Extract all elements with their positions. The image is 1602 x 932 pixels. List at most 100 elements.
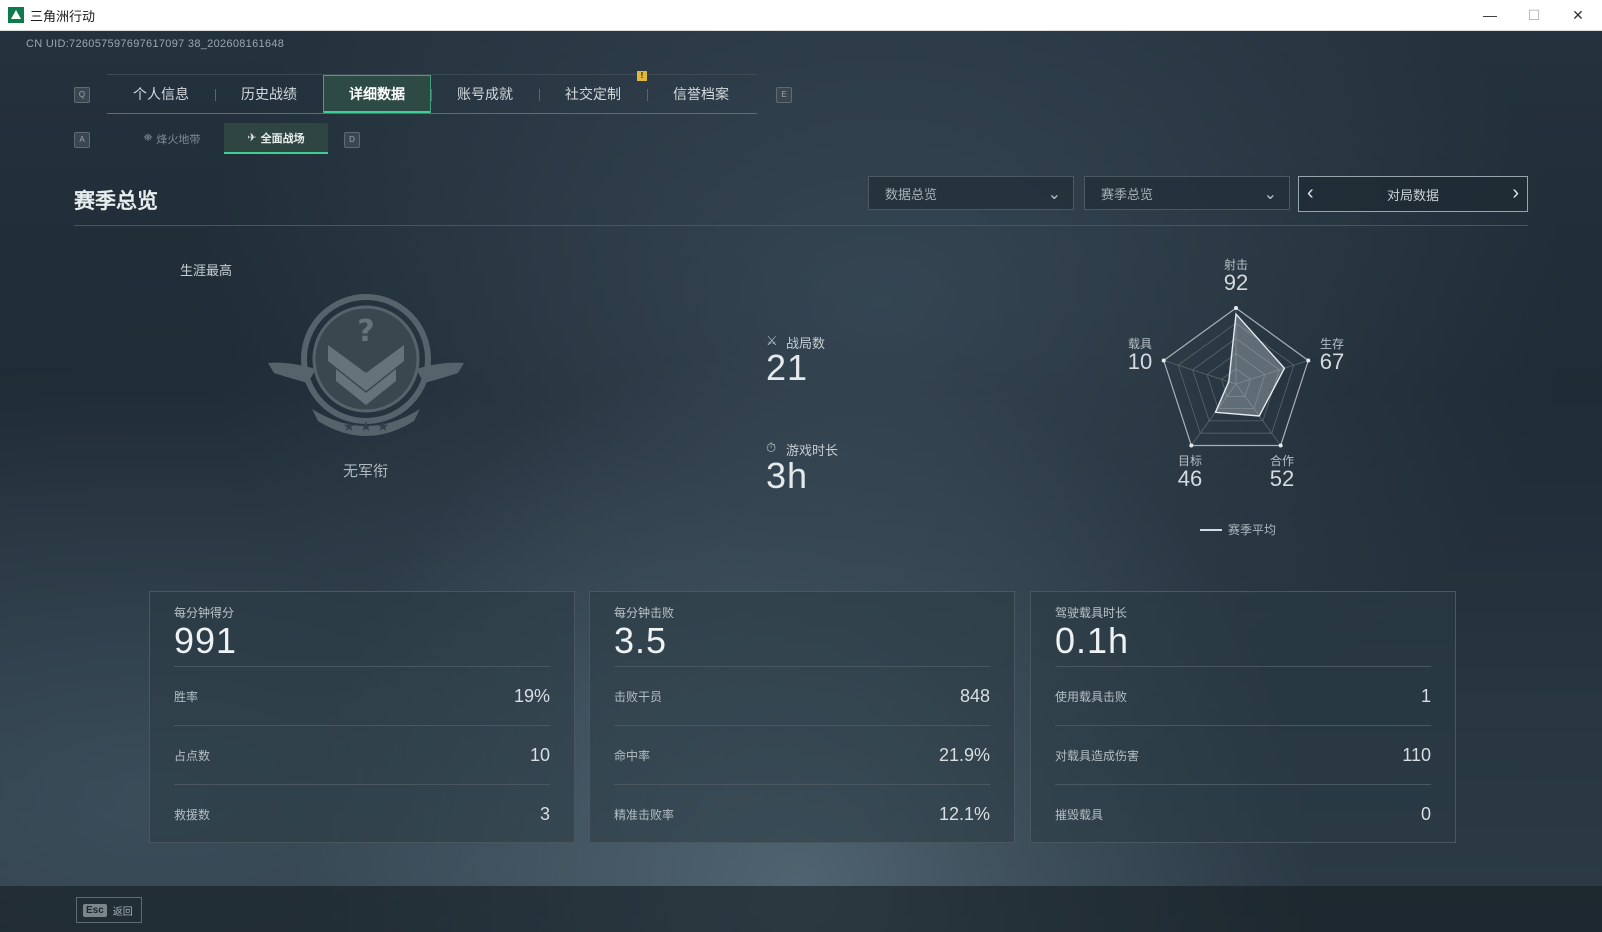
radar-chart: 射击 92 生存 67 合作 52 目标 46 载具 10: [1100, 256, 1380, 526]
subtab-warfare[interactable]: ✈ 全面战场: [224, 123, 328, 154]
card-row: 对载具造成伤害 110: [1055, 725, 1431, 784]
back-button[interactable]: Esc 返回: [76, 897, 142, 923]
beacon-icon: ⛯: [143, 132, 153, 144]
close-button[interactable]: ✕: [1556, 0, 1600, 30]
section-title: 赛季总览: [74, 190, 158, 213]
radar-value-vehicle: 10: [1127, 349, 1153, 374]
tab-social[interactable]: 社交定制: [539, 75, 647, 113]
radar-vertex-2: [1278, 443, 1283, 448]
row-value: 3: [539, 803, 550, 824]
subtab-next-key[interactable]: D: [344, 132, 360, 148]
row-value: 110: [1402, 744, 1431, 765]
radar-data-area: [1214, 312, 1286, 417]
career-best-label: 生涯最高: [180, 263, 233, 278]
chevron-left-icon[interactable]: ‹: [1307, 182, 1314, 205]
card-head-value: 3.5: [614, 620, 668, 661]
card-row: 胜率 19%: [174, 666, 550, 725]
subtab-extraction[interactable]: ⛯ 烽火地带: [120, 123, 224, 154]
card-row: 救援数 3: [174, 784, 550, 843]
card-row: 占点数 10: [174, 725, 550, 784]
minimize-button[interactable]: —: [1468, 0, 1512, 30]
radar-value-cooperation: 52: [1269, 466, 1295, 491]
radar-legend: 赛季平均: [1200, 521, 1276, 538]
row-value: 848: [959, 685, 990, 706]
score-card: 每分钟得分 991 胜率 19% 占点数 10 救援数 3: [149, 591, 575, 843]
row-label: 精准击败率: [614, 807, 675, 822]
card-row: 使用载具击败 1: [1055, 666, 1431, 725]
radar-value-objective: 46: [1177, 466, 1203, 491]
tab-reputation[interactable]: 信誉档案: [647, 75, 755, 113]
row-label: 击败干员: [614, 689, 663, 704]
row-value: 21.9%: [938, 744, 990, 765]
card-row: 精准击败率 12.1%: [614, 784, 990, 843]
stopwatch-icon: ⏱: [766, 440, 777, 455]
radar-value-survival: 67: [1319, 349, 1345, 374]
title-bar: 三角洲行动 — ☐ ✕: [0, 0, 1602, 31]
app-logo-icon: [8, 7, 24, 23]
tab-achievements[interactable]: 账号成就: [431, 75, 539, 113]
legend-label: 赛季平均: [1228, 523, 1277, 537]
card-head-value: 991: [174, 620, 238, 661]
row-label: 占点数: [174, 748, 211, 763]
card-head-value: 0.1h: [1055, 620, 1130, 661]
main-tab-bar: 个人信息 历史战绩 详细数据 账号成就 社交定制 信誉档案: [107, 74, 757, 114]
tab-next-key[interactable]: E: [776, 87, 792, 103]
row-value: 1: [1420, 685, 1431, 706]
subtab-warfare-label: 全面战场: [260, 132, 305, 145]
tab-detailed-data[interactable]: 详细数据: [323, 75, 431, 113]
sub-tab-bar: ⛯ 烽火地带 ✈ 全面战场: [120, 123, 328, 154]
card-head-label: 每分钟得分: [174, 606, 235, 620]
row-label: 救援数: [174, 807, 211, 822]
row-value: 10: [529, 744, 550, 765]
rank-name: 无军衔: [343, 463, 389, 480]
card-head-label: 每分钟击败: [614, 606, 675, 620]
app-window: 三角洲行动 — ☐ ✕ CN UID:726057597697617097 38…: [0, 0, 1602, 932]
rank-emblem-icon: ? ★ ★ ★: [268, 294, 464, 436]
row-value: 12.1%: [938, 803, 990, 824]
back-label: 返回: [112, 906, 133, 918]
esc-key-icon: Esc: [83, 903, 107, 917]
match-data-pager: ‹ 对局数据 ›: [1298, 176, 1528, 212]
chevron-down-icon: ⌄: [1047, 186, 1061, 203]
radar-axis-line: [1163, 360, 1237, 385]
tab-prev-key[interactable]: Q: [74, 87, 90, 103]
row-label: 命中率: [614, 748, 651, 763]
kills-card: 每分钟击败 3.5 击败干员 848 命中率 21.9% 精准击败率 12.1%: [589, 591, 1015, 843]
dropdown-value: 赛季总览: [1101, 186, 1154, 202]
subtab-prev-key[interactable]: A: [74, 132, 90, 148]
data-overview-dropdown[interactable]: 数据总览 ⌄: [868, 176, 1074, 210]
row-value: 19%: [513, 685, 550, 706]
playtime-value: 3h: [766, 455, 809, 496]
chevron-right-icon[interactable]: ›: [1512, 182, 1519, 205]
vehicle-card: 驾驶载具时长 0.1h 使用载具击败 1 对载具造成伤害 110 摧毁载具 0: [1030, 591, 1456, 843]
subtab-extraction-label: 烽火地带: [156, 133, 201, 146]
tab-personal-info[interactable]: 个人信息: [107, 75, 215, 113]
user-uid: CN UID:726057597697617097 38_20260816164…: [26, 38, 285, 50]
row-label: 对载具造成伤害: [1055, 748, 1140, 763]
svg-text:?: ?: [357, 314, 374, 349]
row-label: 摧毁载具: [1055, 807, 1104, 822]
row-label: 胜率: [174, 689, 199, 704]
card-row: 击败干员 848: [614, 666, 990, 725]
jet-icon: ✈: [247, 132, 257, 144]
radar-plot: [1161, 306, 1311, 448]
row-value: 0: [1420, 803, 1431, 824]
legend-line-icon: [1200, 528, 1222, 531]
season-dropdown[interactable]: 赛季总览 ⌄: [1084, 176, 1290, 210]
battles-value: 21: [766, 347, 809, 388]
chevron-down-icon: ⌄: [1263, 186, 1277, 203]
card-row: 命中率 21.9%: [614, 725, 990, 784]
tab-history[interactable]: 历史战绩: [215, 75, 323, 113]
card-head-label: 驾驶载具时长: [1055, 606, 1128, 620]
radar-vertex-3: [1189, 443, 1194, 448]
main-content: CN UID:726057597697617097 38_20260816164…: [0, 31, 1602, 932]
bottom-bar: Esc 返回: [0, 886, 1602, 932]
pager-label: 对局数据: [1386, 187, 1439, 203]
maximize-button[interactable]: ☐: [1512, 0, 1556, 30]
row-label: 使用载具击败: [1055, 689, 1128, 704]
notification-badge: !: [637, 71, 647, 81]
radar-vertex-0: [1234, 306, 1238, 310]
window-title: 三角洲行动: [30, 8, 96, 24]
svg-text:★ ★ ★: ★ ★ ★: [343, 419, 390, 435]
card-row: 摧毁载具 0: [1055, 784, 1431, 843]
